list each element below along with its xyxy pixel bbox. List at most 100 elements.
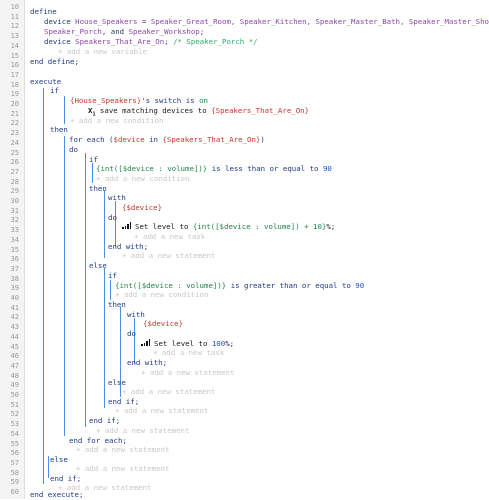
block-line-if-conditions [64,96,65,124]
add-task-link-1[interactable]: + add a new task [134,232,205,242]
line-number: 48 [10,371,19,380]
line-number: 37 [10,264,19,273]
save-matching-devices[interactable]: X1 save matching devices to {Speakers_Th… [88,106,309,118]
condition-volume-less-equal-90[interactable]: {int([$device : volume])} is less than o… [96,164,332,174]
line-number: 27 [10,167,19,176]
line-number: 23 [10,129,19,138]
line-number: 55 [10,439,19,448]
line-number: 31 [10,206,19,215]
add-task-link-2[interactable]: + add a new task [153,348,224,358]
line-number: 33 [10,226,19,235]
line-number: 40 [10,294,19,302]
block-line-with-less [115,201,116,247]
add-statement-link-7[interactable]: + add a new statement [76,464,169,474]
line-number: 17 [10,70,19,79]
if-keyword-1[interactable]: if [50,86,59,96]
add-condition-link-3[interactable]: + add a new condition [115,290,208,300]
line-number: 53 [10,420,19,429]
with-keyword-1[interactable]: with [108,193,126,203]
line-number: 57 [10,458,19,467]
line-number: 22 [10,119,19,128]
line-number: 43 [10,323,19,332]
line-number: 24 [10,138,19,147]
line-number: 50 [10,391,19,399]
if-keyword-3[interactable]: if [108,271,117,281]
line-number: 46 [10,352,19,361]
do-keyword-1: do [69,145,78,154]
for-each-statement[interactable]: for each ($device in {Speakers_That_Are_… [69,135,265,145]
line-number: 19 [10,90,19,99]
line-number: 25 [10,148,19,157]
add-statement-link-6[interactable]: + add a new statement [76,445,169,455]
add-statement-link-2[interactable]: + add a new statement [141,368,234,378]
line-number: 39 [10,284,19,293]
add-condition-link-1[interactable]: + add a new condition [70,116,163,126]
line-number: 54 [10,429,19,438]
else-keyword-1: else [89,261,107,270]
line-number: 10 [10,3,19,11]
then-keyword-2: then [89,184,107,193]
then-keyword-3: then [108,300,126,309]
line-number: 51 [10,400,19,409]
add-condition-link-2[interactable]: + add a new condition [96,174,189,184]
end-with-2: end with; [127,358,168,367]
line-number: 56 [10,449,19,458]
block-line-execute-if [43,88,44,484]
end-if-2: end if; [89,416,121,425]
line-number: 47 [10,361,19,370]
line-number: 38 [10,274,19,283]
add-statement-link-1[interactable]: + add a new statement [122,251,215,261]
block-line-else-block [104,268,105,408]
signal-bars-icon [122,222,131,229]
signal-bars-icon [141,339,150,346]
add-statement-link-5[interactable]: + add a new statement [96,426,189,436]
with-device-ref-1[interactable]: {$device} [122,203,162,213]
then-keyword-1: then [50,125,68,134]
with-device-ref-2[interactable]: {$device} [143,319,183,329]
do-keyword-2: do [108,213,117,222]
code-editor: 10 11 12 13 14 15 16 17 18 19 20 21 22 23 24 25 26 27 28 29… [0,0,489,499]
line-number: 20 [10,100,19,108]
line-number: 59 [10,478,19,487]
else-keyword-3: else [50,455,68,464]
block-line-if-greater [110,280,111,300]
device-declaration-speakers-on[interactable]: device Speakers_That_Are_On; /* Speaker_… [44,37,258,47]
block-line-if-less [92,163,93,183]
line-number: 32 [10,216,19,225]
line-number: 16 [10,61,19,70]
add-statement-link-3[interactable]: + add a new statement [122,387,215,397]
block-line-else-outer [48,456,49,478]
line-number: 13 [10,32,19,41]
line-number: 60 [10,488,19,496]
add-statement-link-4[interactable]: + add a new statement [115,406,208,416]
line-number: 41 [10,303,19,312]
save-devices-icon: X1 [88,106,96,118]
line-number: 11 [10,12,19,21]
line-number: 36 [10,255,19,264]
line-number: 34 [10,235,19,244]
line-number: 18 [10,80,19,89]
line-number: 45 [10,342,19,351]
line-number: 28 [10,177,19,186]
condition-switch-on[interactable]: {House_Speakers}'s switch is on [70,96,208,106]
define-keyword: define [30,7,57,16]
do-keyword-3: do [127,329,136,338]
add-variable-link[interactable]: + add a new variable [58,47,147,57]
line-number: 30 [10,197,19,205]
line-number: 29 [10,187,19,196]
end-define-keyword: end define; [30,57,79,66]
block-line-then-less [104,190,105,258]
device-declaration-house-speakers[interactable]: device House_Speakers = Speaker_Great_Ro… [44,17,489,27]
block-line-do [85,153,86,427]
line-number: 35 [10,245,19,254]
line-number-gutter: 10 11 12 13 14 15 16 17 18 19 20 21 22 23 24 25 26 27 28 29… [0,0,25,499]
line-number: 44 [10,332,19,341]
line-number: 58 [10,468,19,477]
line-number: 15 [10,51,19,60]
line-number: 52 [10,410,19,419]
device-list-continuation: Speaker_Porch, and Speaker_Workshop; [44,27,205,36]
line-number: 21 [10,109,19,118]
set-level-task-plus10[interactable]: Set level to {int([$device : volume]) + … [122,222,335,232]
line-number: 49 [10,381,19,390]
line-number: 12 [10,22,19,31]
